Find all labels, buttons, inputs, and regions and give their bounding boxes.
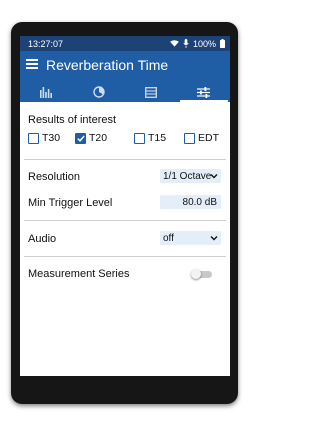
divider [24, 256, 226, 257]
bar-chart-icon [40, 86, 53, 98]
checkbox-box[interactable] [134, 132, 145, 144]
min-trigger-value: 80.0 dB [182, 196, 217, 208]
checkbox-edt[interactable]: EDT [184, 132, 219, 144]
checkbox-label: EDT [198, 132, 219, 144]
checkmark-icon [76, 135, 85, 142]
table-icon [145, 86, 158, 98]
app-bar: Reverberation Time [20, 51, 230, 82]
app-screen: 13:27:07 100% Reverberation Time Results… [20, 36, 230, 376]
hamburger-menu-icon[interactable] [26, 59, 38, 71]
checkbox-t30[interactable]: T30 [28, 132, 60, 144]
wifi-icon [170, 40, 179, 47]
min-trigger-input[interactable]: 80.0 dB [160, 195, 221, 209]
checkbox-box[interactable] [184, 132, 195, 144]
audio-value: off [163, 232, 174, 244]
battery-percent: 100% [192, 38, 216, 49]
status-bar: 13:27:07 100% [20, 36, 230, 51]
toggle-knob [191, 269, 201, 279]
divider [24, 159, 226, 160]
audio-select[interactable]: off [160, 231, 221, 245]
chevron-down-icon [210, 236, 218, 241]
results-checkbox-row: T30 T20 T15 EDT [28, 132, 224, 148]
dial-chart-icon [93, 86, 105, 98]
measurement-series-label: Measurement Series [28, 268, 130, 280]
checkbox-t15[interactable]: T15 [134, 132, 166, 144]
checkbox-label: T20 [89, 132, 108, 144]
checkbox-box[interactable] [28, 132, 39, 144]
chevron-down-icon [210, 174, 218, 179]
tab-bar-chart[interactable] [20, 82, 73, 102]
audio-label: Audio [28, 233, 57, 245]
battery-icon [220, 39, 225, 48]
tab-dial-chart[interactable] [73, 82, 126, 102]
microphone-icon [183, 39, 189, 48]
min-trigger-label: Min Trigger Level [28, 197, 113, 209]
status-icons: 100% [170, 39, 225, 49]
tab-table[interactable] [125, 82, 178, 102]
settings-sliders-icon [197, 86, 211, 98]
resolution-select[interactable]: 1/1 Octave [160, 169, 221, 183]
results-of-interest-heading: Results of interest [28, 114, 117, 126]
resolution-value: 1/1 Octave [163, 170, 212, 182]
measurement-series-toggle[interactable] [191, 269, 212, 279]
tab-settings[interactable] [178, 82, 231, 102]
checkbox-label: T15 [148, 132, 167, 144]
status-time: 13:27:07 [28, 38, 64, 49]
divider [24, 220, 226, 221]
tab-bar [20, 82, 230, 102]
checkbox-box[interactable] [75, 132, 86, 144]
resolution-label: Resolution [28, 171, 80, 183]
page-title: Reverberation Time [46, 57, 169, 73]
checkbox-t20[interactable]: T20 [75, 132, 107, 144]
checkbox-label: T30 [42, 132, 61, 144]
